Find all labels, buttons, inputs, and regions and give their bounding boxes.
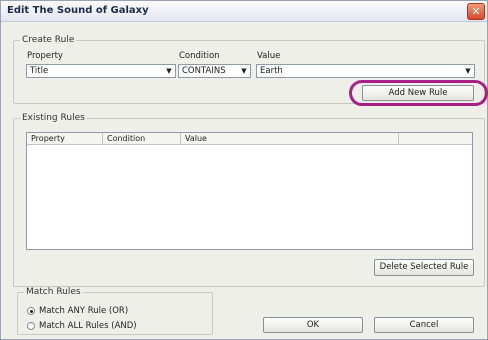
property-dropdown[interactable]: Title ▼	[26, 64, 176, 78]
match-rules-group-title: Match Rules	[24, 287, 83, 297]
close-icon: ✕	[471, 5, 481, 18]
chevron-down-icon: ▼	[465, 67, 471, 75]
title-bar[interactable]: Edit The Sound of Galaxy ✕	[1, 1, 487, 22]
column-header-value[interactable]: Value	[181, 133, 399, 145]
radio-button-checked[interactable]	[27, 307, 35, 315]
dialog-title: Edit The Sound of Galaxy	[7, 5, 149, 16]
column-header-condition[interactable]: Condition	[103, 133, 181, 145]
chevron-down-icon: ▼	[166, 67, 172, 75]
property-label: Property	[27, 51, 63, 61]
column-header-property[interactable]: Property	[27, 133, 103, 145]
match-any-label: Match ANY Rule (OR)	[39, 306, 129, 316]
value-dropdown[interactable]: Earth ▼	[256, 64, 475, 78]
property-value: Title	[30, 66, 49, 76]
match-all-label: Match ALL Rules (AND)	[39, 321, 137, 331]
chevron-down-icon: ▼	[241, 67, 247, 75]
edit-smart-playlist-dialog: Edit The Sound of Galaxy ✕ Create Rule P…	[0, 0, 488, 340]
existing-rules-group-title: Existing Rules	[20, 113, 87, 123]
value-label: Value	[257, 51, 281, 61]
ok-button[interactable]: OK	[263, 317, 363, 333]
existing-rules-list[interactable]: Property Condition Value	[26, 132, 473, 250]
value-value: Earth	[260, 66, 283, 76]
condition-dropdown[interactable]: CONTAINS ▼	[178, 64, 251, 78]
condition-value: CONTAINS	[182, 66, 226, 76]
condition-label: Condition	[179, 51, 220, 61]
radio-button-unchecked[interactable]	[27, 322, 35, 330]
add-new-rule-button[interactable]: Add New Rule	[362, 85, 474, 101]
delete-selected-rule-button[interactable]: Delete Selected Rule	[374, 259, 474, 276]
cancel-button[interactable]: Cancel	[374, 317, 474, 333]
close-button[interactable]: ✕	[467, 3, 485, 20]
create-rule-group-title: Create Rule	[20, 35, 77, 45]
list-header: Property Condition Value	[27, 133, 472, 145]
